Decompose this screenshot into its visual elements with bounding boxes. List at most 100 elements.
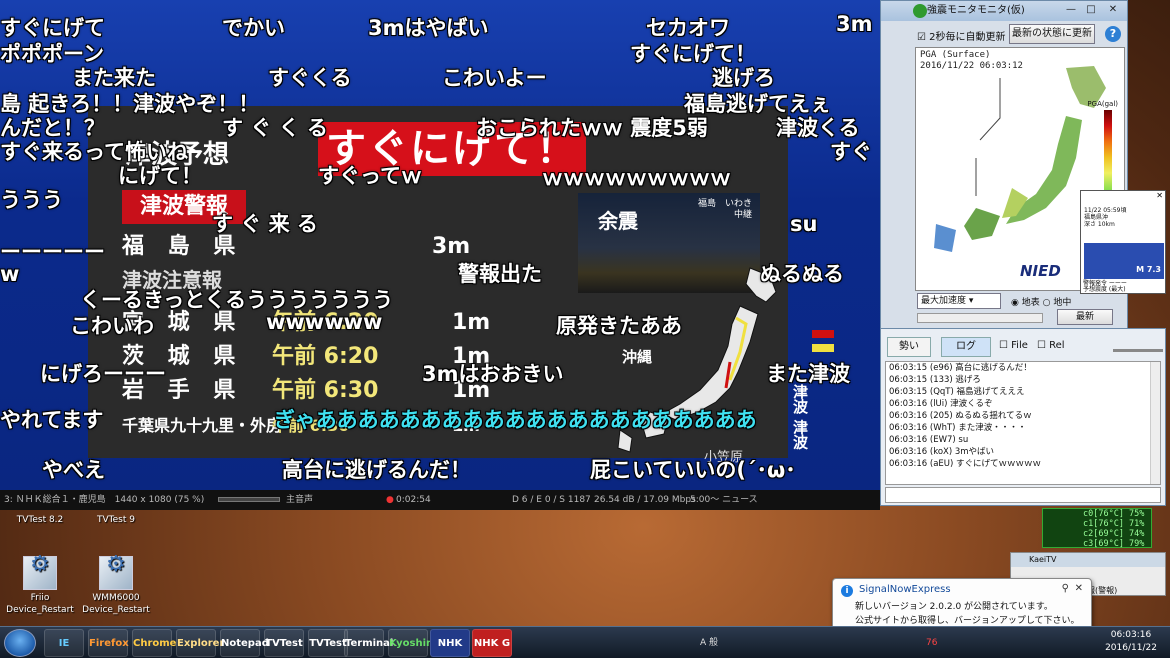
taskbar-app-ie[interactable]: IE [44,629,84,657]
log-entry: 06:03:16 (EW7) su [889,435,969,445]
camera-location: 福島 いわき 中継 [697,199,752,220]
nico-comment: 3mはやばい [368,16,489,40]
log-entry: 06:03:15 (e96) 高台に逃げるんだ！ [889,363,1032,373]
wave-height: 1m [452,310,491,335]
desktop-label-text: TVTest 8.2 [16,515,64,525]
refresh-button[interactable]: 最新の状態に更新 [1009,24,1095,44]
ime-indicator[interactable]: A 般 [700,631,718,655]
checkbox-label: Rel [1049,340,1065,351]
drop-count: D 6 / E 0 / S 1187 [512,495,591,505]
minimize-button[interactable]: — [1061,3,1081,17]
gear-icon [99,556,133,590]
desktop-label-tvtest9[interactable]: TVTest 9 [76,514,156,528]
comment-input[interactable] [885,487,1161,503]
nico-comment: 3m [836,12,873,36]
close-icon[interactable]: ✕ [1075,583,1083,594]
taskbar-app-nhkg[interactable]: NHK G [472,629,512,657]
auto-update-checkbox[interactable]: ☑ 2秒毎に自動更新 [917,28,1006,43]
cpu-line: c1[76°C] 71% [1083,519,1145,529]
file-checkbox[interactable]: ☐ File [999,340,1028,351]
nico-comment: こわいよー [442,66,547,90]
taskbar-app-explorer[interactable]: Explorer [176,629,224,657]
desktop-icon-label: WMM6000 Device_Restart [82,593,150,615]
earthquake-info-popup[interactable]: ✕ 11/22 05:59頃 福島県沖 深さ 10km M 7.3 警報発令 ー… [1080,190,1166,294]
nico-comment: su [790,212,818,236]
desktop-icon-friio-restart[interactable]: Friio Device_Restart [0,556,80,616]
nico-comment: す ぐ 来 る [212,212,318,236]
taskbar-app-terminal[interactable]: Terminal [344,629,393,657]
clock[interactable]: 06:03:16 2016/11/22 [1098,629,1164,655]
program-info: 5:00～ ニュース [690,495,758,505]
nico-comment: ううう [0,188,63,212]
taskbar-app-tvtest2[interactable]: TVTest [308,629,348,657]
tab-strength[interactable]: 勢い [887,337,931,357]
notification-line1: 新しいバージョン 2.0.2.0 が公開されています。 [855,602,1053,612]
nico-comment: ぎゃあああああああああああああああああああああ [274,408,757,432]
system-tray[interactable]: A 般 76 [680,631,1090,655]
taskbar-app-firefox[interactable]: Firefox [88,629,129,657]
nico-toolbar: 勢い ログ ☐ File ☐ Rel [885,337,1163,359]
legend-tsunami-text: 津波 津波 [791,384,809,450]
comment-log[interactable]: 06:03:15 (e96) 高台に逃げるんだ！ 06:03:15 (133) … [885,361,1161,485]
notification-line2: 公式サイトから取得し、バージョンアップして下さい。 [855,616,1080,626]
cpu-line: c2[69°C] 74% [1083,529,1145,539]
taskbar-app-kyoshin[interactable]: Kyoshin [388,629,433,657]
prefecture: 千葉県九十九里・外房 [122,416,283,435]
nicojk-comment-window[interactable]: 勢い ログ ☐ File ☐ Rel 06:03:15 (e96) 高台に逃げる… [880,328,1166,506]
nico-comment: ぬるぬる [760,262,844,286]
rel-checkbox[interactable]: ☐ Rel [1037,340,1065,351]
opacity-slider[interactable] [1113,349,1163,352]
update-notification[interactable]: i SignalNowExpress ⚲ ✕ 新しいバージョン 2.0.2.0 … [832,578,1092,630]
legend-warning-swatch [812,330,834,338]
surface-radio[interactable]: ◉ 地表 ○ 地中 [1011,295,1071,308]
taskbar-app-nhk[interactable]: NHK [430,629,470,657]
record-time: 0:02:54 [396,495,431,505]
info-icon: i [841,585,853,597]
nico-comment: w [0,262,20,286]
desktop-label-tvtest82[interactable]: TVTest 8.2 [0,514,80,528]
taskbar-app-tvtest[interactable]: TVTest [264,629,304,657]
start-button[interactable] [4,629,36,657]
nico-comment: また津波 [766,362,850,386]
volume-bar[interactable] [218,497,280,502]
nico-comment: ｗｗｗｗｗｗｗｗｗ [542,166,731,190]
time-slider[interactable] [917,313,1043,323]
tab-log[interactable]: ログ [941,337,991,357]
taskbar-app-notepad[interactable]: Notepad [220,629,269,657]
cpu-line: c3[69°C] 79% [1083,539,1145,549]
log-entry: 06:03:15 (133) 逃げろ [889,375,981,385]
close-button[interactable]: ✕ [1103,3,1123,17]
nico-comment: 警報出た [458,262,542,286]
tv-video-window[interactable]: 津波予想 すぐにげて！ 津波警報 福 島 県 3m 津波注意報 宮 城 県午前 6… [0,0,880,510]
nico-comment: にげろーーー [40,362,166,386]
help-icon[interactable]: ? [1105,26,1121,42]
desktop-icon-label: Friio Device_Restart [6,593,74,615]
audio-mode: 主音声 [286,495,314,505]
latest-button[interactable]: 最新 [1057,309,1113,325]
select-value: 最大加速度 [921,296,967,306]
desktop-icon-wmm6000-restart[interactable]: WMM6000 Device_Restart [76,556,156,616]
scale-label: PGA(gal) [1087,100,1118,108]
nico-comment: すぐくる [268,66,352,90]
close-icon[interactable]: ✕ [1156,191,1163,200]
maximize-button[interactable]: □ [1081,3,1101,17]
log-scrollbar[interactable] [1150,362,1160,484]
display-type-select[interactable]: 最大加速度 ▾ [917,293,1001,309]
auto-update-label: 2秒毎に自動更新 [929,32,1006,43]
aftershock-title: 余震 [598,209,638,233]
taskbar-app-chrome[interactable]: Chrome [132,629,176,657]
log-entry: 06:03:16 (aEU) すぐにげてｗｗｗｗｗ [889,459,1042,469]
nied-logo: NIED [1020,262,1061,280]
search-icon[interactable]: ⚲ [1062,583,1069,594]
window-title: 強震モニタモニタ(仮) [927,5,1025,16]
nico-comment: すぐ [830,140,872,164]
checkbox-label: File [1011,340,1028,351]
tvtest-status-bar: 3: ＮＨＫ総合１・鹿児島 1440 x 1080 (75 %) 主音声 ● 0… [0,490,880,510]
quake-text: 11/22 05:59頃 福島県沖 深さ 10km [1084,207,1127,228]
quake-bottom: 警報発令 ーーー 予想震度 (最大) [1083,280,1127,293]
clock-date: 2016/11/22 [1105,643,1157,653]
record-dot: ● [386,495,394,505]
taskbar: IE Firefox Chrome Explorer Notepad TVTes… [0,626,1170,658]
kyoshin-controls: 最大加速度 ▾ ◉ 地表 ○ 地中 最新 [915,293,1125,329]
nico-comment: 3mはおおきい [422,362,564,386]
